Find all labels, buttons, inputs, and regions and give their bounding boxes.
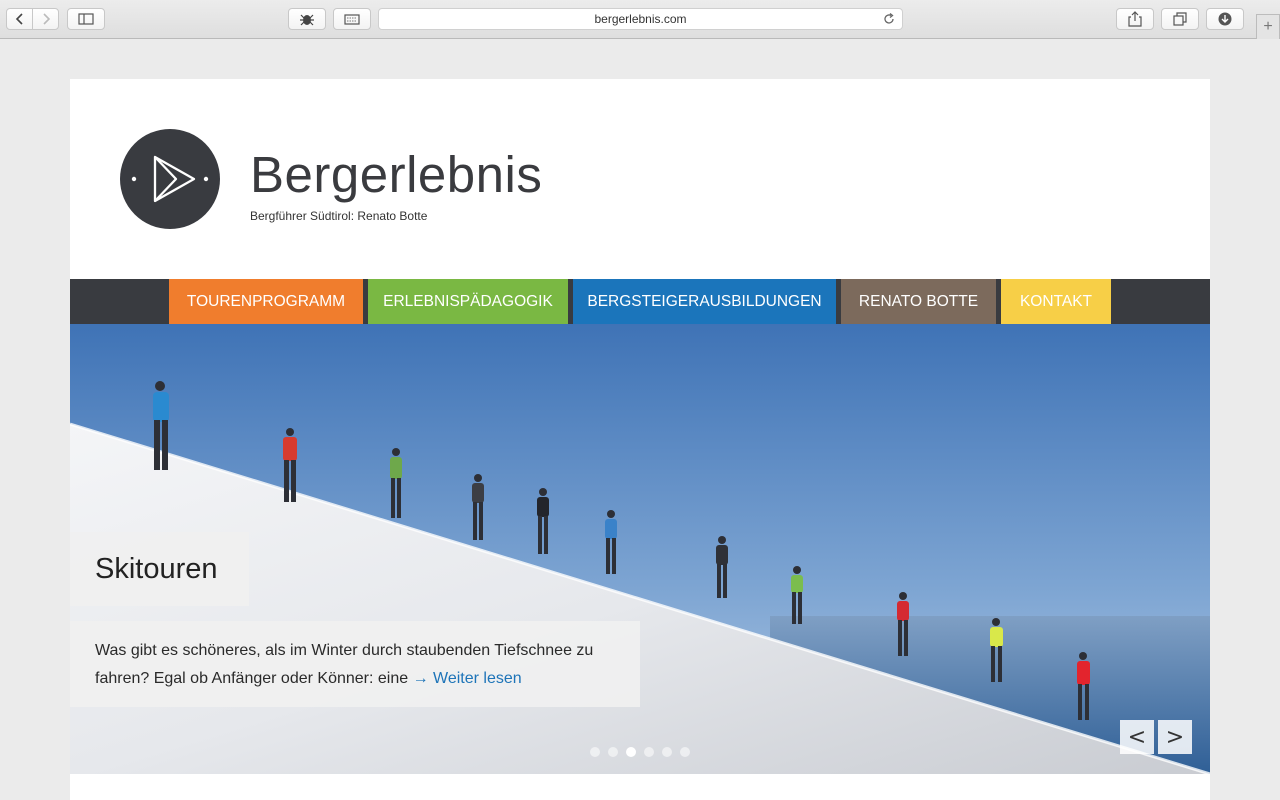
slide-dot-5[interactable] <box>662 747 672 757</box>
reload-icon[interactable] <box>882 12 896 26</box>
slide-title: Skitouren <box>70 532 249 606</box>
forward-button[interactable] <box>32 8 59 30</box>
history-buttons <box>6 8 60 30</box>
main-nav: TOURENPROGRAMM ERLEBNISPÄDAGOGIK BERGSTE… <box>70 279 1210 324</box>
slide-text-box: Was gibt es schöneres, als im Winter dur… <box>70 621 640 707</box>
slide-dot-2[interactable] <box>608 747 618 757</box>
nav-item-tourenprogramm[interactable]: TOURENPROGRAMM <box>169 279 363 324</box>
hero-slider: Skitouren Was gibt es schöneres, als im … <box>70 324 1210 774</box>
nav-item-kontakt[interactable]: KONTAKT <box>1001 279 1111 324</box>
tabs-icon <box>1173 12 1187 26</box>
sidebar-button[interactable] <box>67 8 105 30</box>
chevron-right-icon: > <box>1165 724 1185 750</box>
back-button[interactable] <box>6 8 33 30</box>
slide-dot-1[interactable] <box>590 747 600 757</box>
share-icon <box>1128 11 1142 27</box>
slide-dot-3[interactable] <box>626 747 636 757</box>
nav-item-bergsteigerausbildungen[interactable]: BERGSTEIGERAUSBILDUNGEN <box>573 279 836 324</box>
slider-next-button[interactable]: > <box>1158 720 1192 754</box>
plus-icon: + <box>1263 18 1273 35</box>
logo-icon <box>131 155 209 203</box>
slide-dot-6[interactable] <box>680 747 690 757</box>
site-header: Bergerlebnis Bergführer Südtirol: Renato… <box>70 79 1210 279</box>
read-more-link[interactable]: → Weiter lesen <box>413 670 522 687</box>
nav-item-renato-botte[interactable]: RENATO BOTTE <box>841 279 996 324</box>
share-button[interactable] <box>1116 8 1154 30</box>
nav-item-erlebnispaedagogik[interactable]: ERLEBNISPÄDAGOGIK <box>368 279 568 324</box>
sidebar-icon <box>78 13 94 25</box>
keyboard-icon <box>344 13 360 25</box>
url-text: bergerlebnis.com <box>594 12 687 26</box>
download-icon <box>1218 12 1232 26</box>
site-logo[interactable] <box>120 129 220 229</box>
site-title[interactable]: Bergerlebnis <box>250 145 542 204</box>
slide-dot-4[interactable] <box>644 747 654 757</box>
address-bar[interactable]: bergerlebnis.com <box>378 8 903 30</box>
slide-indicators <box>590 747 690 757</box>
bug-button[interactable] <box>288 8 326 30</box>
browser-toolbar: bergerlebnis.com + <box>0 0 1280 39</box>
back-icon <box>15 13 23 25</box>
bug-icon <box>300 14 314 26</box>
slider-prev-button[interactable]: < <box>1120 720 1154 754</box>
keyboard-button[interactable] <box>333 8 371 30</box>
page: Bergerlebnis Bergführer Südtirol: Renato… <box>70 79 1210 800</box>
tabs-button[interactable] <box>1161 8 1199 30</box>
forward-icon <box>42 13 50 25</box>
chevron-left-icon: < <box>1127 724 1147 750</box>
site-subtitle: Bergführer Südtirol: Renato Botte <box>250 209 428 223</box>
download-button[interactable] <box>1206 8 1244 30</box>
new-tab-button[interactable]: + <box>1256 14 1280 39</box>
